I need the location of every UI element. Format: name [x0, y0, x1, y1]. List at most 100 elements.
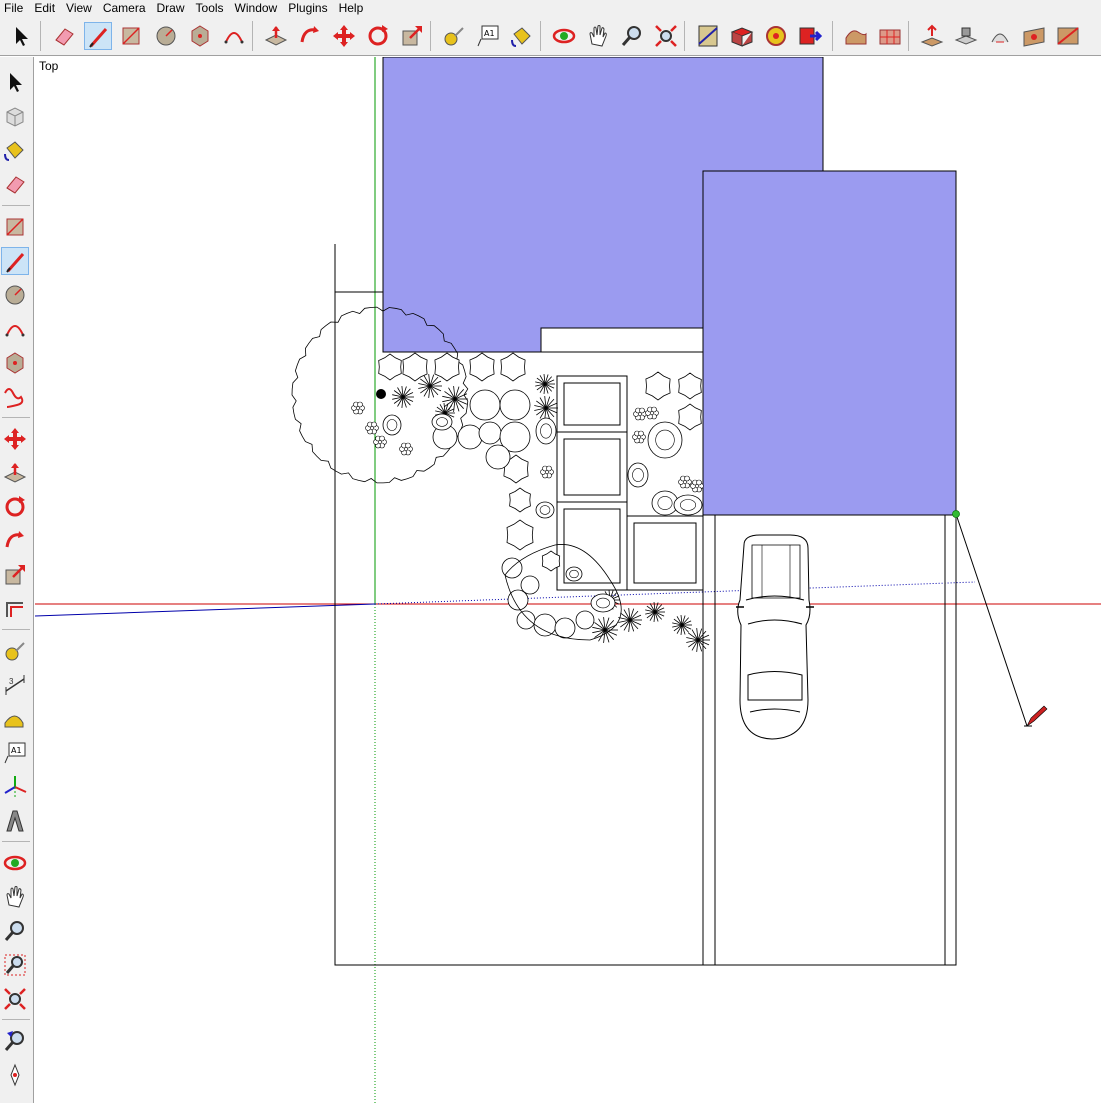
sandbox-from-scratch-button[interactable]: [876, 22, 904, 50]
move-tool-button[interactable]: [1, 425, 29, 453]
push-pull-tool-button[interactable]: [1, 459, 29, 487]
dimension-tool-button[interactable]: 3: [1, 671, 29, 699]
zoom-extents-tool-button[interactable]: [652, 22, 680, 50]
shrub-symbol: [678, 372, 702, 400]
select-tool-button[interactable]: [7, 22, 35, 50]
plant-symbol: [516, 610, 536, 630]
axes-tool-button[interactable]: [1, 773, 29, 801]
menu-tools[interactable]: Tools: [192, 0, 231, 16]
text-tool-button[interactable]: A1: [1, 739, 29, 767]
stamp-tool-button[interactable]: [952, 22, 980, 50]
menu-view[interactable]: View: [62, 0, 99, 16]
polygon-tool-icon: [191, 25, 209, 47]
shrub-symbol: [678, 403, 702, 431]
arc-tool-button[interactable]: [220, 22, 248, 50]
flip-edge-tool-icon: [1057, 27, 1079, 45]
drape-tool-button[interactable]: [986, 22, 1014, 50]
zoom-extents-tool-button[interactable]: [1, 985, 29, 1013]
components-button[interactable]: [728, 22, 756, 50]
paver-inner: [563, 382, 621, 426]
flower-symbol: [690, 479, 704, 493]
pan-tool-button[interactable]: [584, 22, 612, 50]
polygon-tool-button[interactable]: [186, 22, 214, 50]
boulder-symbol: [431, 413, 453, 431]
grass-symbol: [392, 386, 414, 408]
zoom-window-tool-icon: [4, 954, 26, 976]
freehand-tool-icon: [4, 388, 24, 408]
previous-view-tool-button[interactable]: [1, 1027, 29, 1055]
shrub-symbol: [434, 352, 460, 382]
scale-tool-button[interactable]: [398, 22, 426, 50]
eraser-tool-button[interactable]: [1, 170, 29, 198]
zoom-window-tool-button[interactable]: [1, 951, 29, 979]
drawing-viewport[interactable]: Top: [35, 57, 1101, 1103]
select-tool-button[interactable]: [1, 68, 29, 96]
menu-camera[interactable]: Camera: [99, 0, 153, 16]
rectangle-tool-button[interactable]: [1, 213, 29, 241]
eraser-tool-button[interactable]: [50, 22, 78, 50]
share-model-button[interactable]: [796, 22, 824, 50]
zoom-tool-button[interactable]: [1, 917, 29, 945]
circle-tool-button[interactable]: [1, 281, 29, 309]
menu-draw[interactable]: Draw: [153, 0, 192, 16]
flower-petal: [639, 407, 645, 414]
flower-symbol: [632, 430, 646, 444]
paint-bucket-tool-button[interactable]: [508, 22, 536, 50]
tape-measure-tool-button[interactable]: [440, 22, 468, 50]
protractor-tool-button[interactable]: [1, 705, 29, 733]
sandbox-from-scratch-icon: [879, 29, 901, 45]
rotate-tool-button[interactable]: [364, 22, 392, 50]
orbit-tool-icon: [552, 28, 576, 44]
make-component-tool-button[interactable]: [1, 102, 29, 130]
smoove-tool-button[interactable]: [918, 22, 946, 50]
model-info-button[interactable]: [694, 22, 722, 50]
plant-symbol: [478, 421, 502, 445]
scene-canvas[interactable]: [35, 57, 1101, 1103]
pan-tool-button[interactable]: [1, 883, 29, 911]
arc-tool-button[interactable]: [1, 315, 29, 343]
sandbox-from-contours-button[interactable]: [842, 22, 870, 50]
move-tool-button[interactable]: [330, 22, 358, 50]
get-models-button[interactable]: [762, 22, 790, 50]
offset-tool-button[interactable]: [1, 595, 29, 623]
polygon-tool-button[interactable]: [1, 349, 29, 377]
share-model-icon: [799, 27, 823, 45]
menu-plugins[interactable]: Plugins: [284, 0, 334, 16]
rotate-tool-icon: [5, 496, 25, 517]
follow-me-tool-button[interactable]: [1, 527, 29, 555]
paint-bucket-tool-button[interactable]: [1, 136, 29, 164]
menu-edit[interactable]: Edit: [30, 0, 62, 16]
line-tool-button[interactable]: [84, 22, 112, 50]
orbit-tool-button[interactable]: [550, 22, 578, 50]
scale-tool-button[interactable]: [1, 561, 29, 589]
circle-tool-button[interactable]: [152, 22, 180, 50]
3d-text-tool-button[interactable]: [1, 807, 29, 835]
follow-me-tool-button[interactable]: [296, 22, 324, 50]
toolbar-separator: [2, 417, 30, 418]
push-pull-tool-button[interactable]: [262, 22, 290, 50]
menu-bar: File Edit View Camera Draw Tools Window Plugins…: [0, 0, 1101, 16]
line-tool-button[interactable]: [1, 247, 29, 275]
rectangle-tool-button[interactable]: [117, 22, 145, 50]
zoom-tool-button[interactable]: [618, 22, 646, 50]
rotate-tool-button[interactable]: [1, 493, 29, 521]
menu-help[interactable]: Help: [335, 0, 371, 16]
grass-symbol: [592, 617, 618, 643]
rectangle-tool-icon: [122, 27, 140, 45]
orbit-tool-button[interactable]: [1, 849, 29, 877]
flip-edge-tool-button[interactable]: [1054, 22, 1082, 50]
tape-measure-tool-button[interactable]: [1, 637, 29, 665]
add-detail-tool-button[interactable]: [1020, 22, 1048, 50]
scale-tool-icon: [402, 26, 422, 46]
menu-window[interactable]: Window: [231, 0, 285, 16]
shrub-symbol: [469, 352, 495, 382]
toolbar-separator: [2, 205, 30, 206]
left-toolbar: 3 A1: [0, 57, 34, 1103]
dimension-tool-icon: 3: [5, 675, 25, 695]
text-tool-button[interactable]: A1: [474, 22, 502, 50]
position-camera-tool-button[interactable]: [1, 1061, 29, 1089]
menu-file[interactable]: File: [0, 0, 30, 16]
add-detail-tool-icon: [1023, 27, 1045, 47]
freehand-tool-button[interactable]: [1, 383, 29, 411]
get-models-icon: [766, 26, 786, 46]
